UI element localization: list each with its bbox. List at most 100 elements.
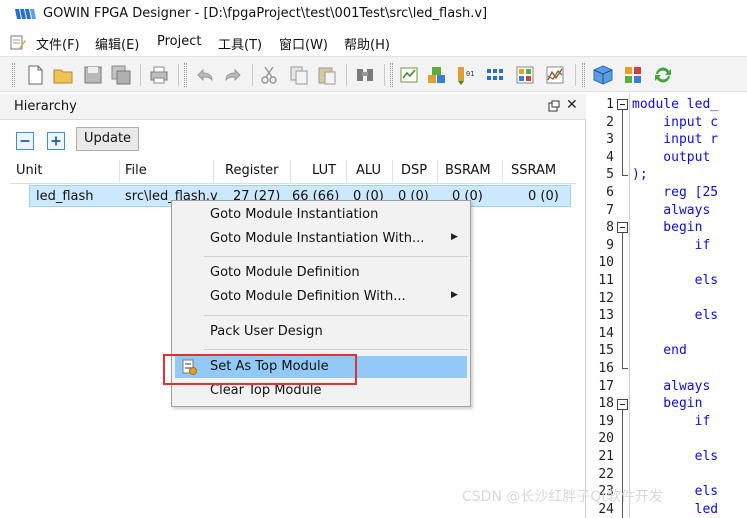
toolbar-grip[interactable] [582, 63, 585, 87]
code-line[interactable]: 4 output [590, 149, 747, 167]
column-header-unit[interactable]: Unit [16, 163, 42, 178]
code-line[interactable]: 12 [590, 290, 747, 308]
column-divider[interactable] [213, 160, 214, 182]
menu-window[interactable]: 窗口(W) [279, 34, 328, 53]
paste-icon[interactable] [316, 64, 338, 86]
column-header-ssram[interactable]: SSRAM [511, 163, 556, 178]
menu-item-goto-module-instantiation-with[interactable]: Goto Module Instantiation With... ▶ [175, 228, 467, 250]
code-line[interactable]: 20 [590, 430, 747, 448]
close-panel-icon[interactable]: ✕ [566, 97, 578, 113]
menu-separator [204, 349, 468, 350]
toolbar-separator [346, 64, 347, 86]
save-icon[interactable] [82, 64, 104, 86]
toolbar: 01 [0, 56, 747, 92]
column-header-dsp[interactable]: DSP [401, 163, 427, 178]
expand-all-icon[interactable] [47, 132, 65, 150]
package-icon[interactable] [592, 64, 614, 86]
cut-icon[interactable] [258, 64, 280, 86]
collapse-all-icon[interactable] [16, 132, 34, 150]
code-line[interactable]: 19 if [590, 413, 747, 431]
fold-toggle-icon[interactable] [617, 99, 628, 110]
column-divider[interactable] [346, 160, 347, 182]
column-divider[interactable] [392, 160, 393, 182]
netlist-icon[interactable] [484, 64, 506, 86]
menu-help[interactable]: 帮助(H) [344, 34, 390, 53]
code-text: ); [632, 167, 648, 183]
save-all-icon[interactable] [110, 64, 132, 86]
line-number: 8 [606, 220, 614, 236]
code-line[interactable]: 1 module led_ [590, 96, 747, 114]
column-divider[interactable] [437, 160, 438, 182]
code-editor[interactable]: 1 module led_ 2 input c3 input r4 output 5)… [590, 94, 747, 518]
column-header-file[interactable]: File [125, 163, 147, 178]
code-line[interactable]: 13 els [590, 307, 747, 325]
menu-file[interactable]: 文件(F) [36, 34, 80, 53]
column-divider[interactable] [119, 160, 120, 182]
title-bar: GOWIN FPGA Designer - [D:\fpgaProject\te… [0, 0, 747, 30]
new-file-icon[interactable] [24, 64, 46, 86]
code-text: begin [632, 220, 703, 236]
fold-guide [622, 233, 623, 368]
update-button[interactable]: Update [76, 127, 139, 151]
code-line[interactable]: 10 [590, 254, 747, 272]
open-folder-icon[interactable] [52, 64, 74, 86]
code-line[interactable]: 3 input r [590, 131, 747, 149]
hierarchy-panel-header: Hierarchy ✕ [0, 94, 586, 120]
line-number: 1 [606, 97, 614, 112]
code-line[interactable]: 17 always [590, 378, 747, 396]
column-header-lut[interactable]: LUT [312, 163, 336, 178]
find-icon[interactable] [354, 64, 376, 86]
code-line[interactable]: 6 reg [25 [590, 184, 747, 202]
fold-toggle-icon[interactable] [617, 222, 628, 233]
code-line[interactable]: 18 begin [590, 395, 747, 413]
code-line[interactable]: 22 [590, 466, 747, 484]
code-line[interactable]: 15 end [590, 342, 747, 360]
column-divider[interactable] [502, 160, 503, 182]
code-line[interactable]: 2 input c [590, 114, 747, 132]
code-line[interactable]: 11 els [590, 272, 747, 290]
toolbar-grip[interactable] [12, 63, 15, 87]
code-text: input c [632, 114, 719, 130]
menu-tools[interactable]: 工具(T) [218, 34, 262, 53]
copy-icon[interactable] [288, 64, 310, 86]
toolbar-grip[interactable] [184, 63, 187, 87]
code-text: if [632, 413, 711, 429]
code-line[interactable]: 7 always [590, 202, 747, 220]
fold-toggle-icon[interactable] [617, 399, 628, 410]
line-number: 14 [598, 325, 614, 341]
menu-item-goto-module-instantiation[interactable]: Goto Module Instantiation [175, 204, 467, 226]
menu-item-goto-module-definition-with[interactable]: Goto Module Definition With... ▶ [175, 286, 467, 308]
menu-item-goto-module-definition[interactable]: Goto Module Definition [175, 262, 467, 284]
code-line[interactable]: 21 els [590, 448, 747, 466]
code-line[interactable]: 5); [590, 166, 747, 184]
menu-item-pack-user-design[interactable]: Pack User Design [175, 321, 467, 343]
menu-project[interactable]: Project [157, 34, 201, 49]
toolbar-grip[interactable] [390, 63, 393, 87]
print-icon[interactable] [148, 64, 170, 86]
code-line[interactable]: 14 [590, 325, 747, 343]
toolbar-separator [575, 64, 576, 86]
window-title: GOWIN FPGA Designer - [D:\fpgaProject\te… [43, 6, 488, 21]
palette-icon[interactable] [622, 64, 644, 86]
menu-edit[interactable]: 编辑(E) [95, 34, 139, 53]
column-header-bsram[interactable]: BSRAM [445, 163, 491, 178]
place-route-icon[interactable] [426, 64, 448, 86]
code-line[interactable]: 16 [590, 360, 747, 378]
float-panel-icon[interactable] [548, 100, 560, 112]
program-icon[interactable]: 01 [454, 64, 476, 86]
undo-icon[interactable] [194, 64, 216, 86]
code-line[interactable]: 9 if [590, 237, 747, 255]
synthesize-icon[interactable] [398, 64, 420, 86]
column-divider[interactable] [290, 160, 291, 182]
refresh-icon[interactable] [652, 64, 674, 86]
column-header-register[interactable]: Register [225, 163, 279, 178]
menu-separator [204, 315, 468, 316]
redo-icon[interactable] [222, 64, 244, 86]
document-edit-icon [10, 35, 26, 50]
column-header-alu[interactable]: ALU [356, 163, 381, 178]
line-number: 21 [598, 449, 614, 464]
menu-separator [204, 256, 468, 257]
timing-icon[interactable] [544, 64, 566, 86]
code-line[interactable]: 8 begin [590, 219, 747, 237]
floorplan-icon[interactable] [514, 64, 536, 86]
